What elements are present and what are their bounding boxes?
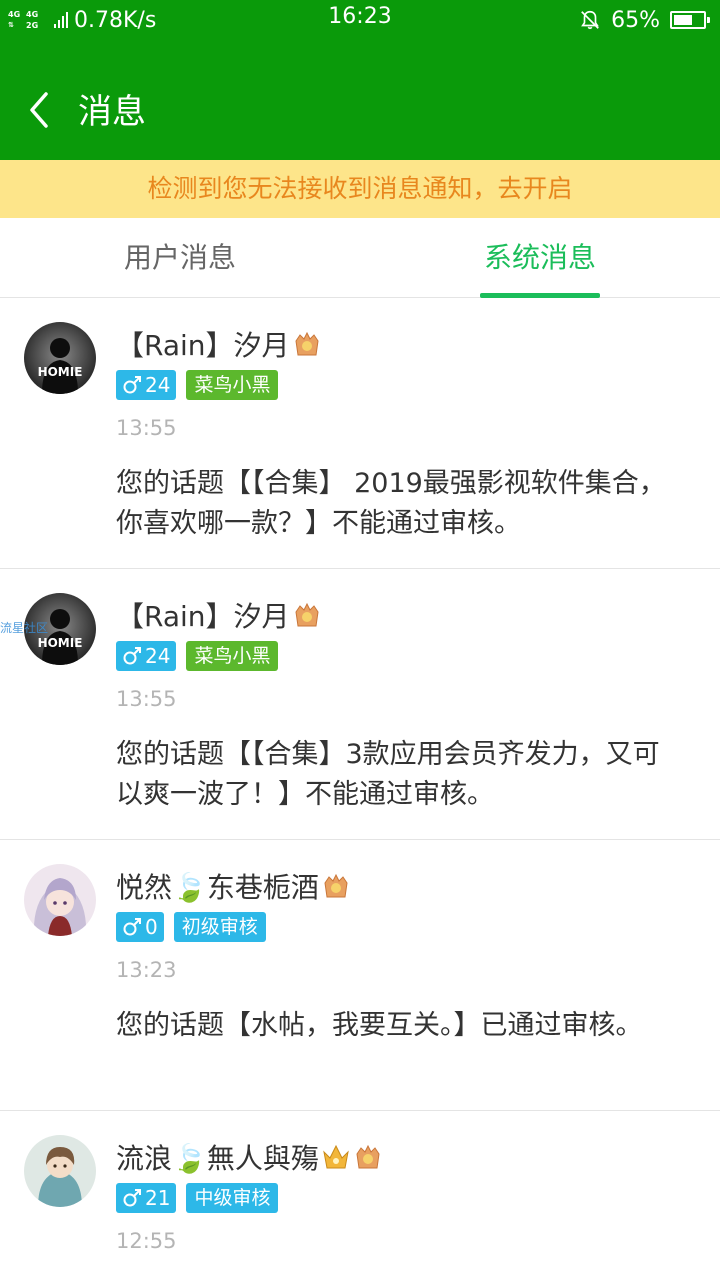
homie-avatar-icon: HOMIE (24, 322, 96, 394)
male-icon (123, 647, 141, 665)
message-time: 12:55 (116, 1229, 177, 1253)
list-item[interactable]: 悦然🍃东巷栀酒 0 初级审核 13:23 您的话题【水帖，我要互关。】已通过审核… (0, 840, 720, 1111)
gender-age-badge: 21 (116, 1183, 177, 1213)
anime-girl-avatar-icon (24, 864, 96, 936)
back-arrow-icon[interactable] (26, 92, 56, 128)
male-icon (123, 918, 141, 936)
message-time: 13:23 (116, 958, 177, 982)
message-time: 13:55 (116, 416, 177, 440)
list-item[interactable]: 流浪🍃無人與殤 21 中级审核 12:55 (0, 1111, 720, 1280)
username[interactable]: 悦然🍃东巷栀酒 (116, 866, 319, 906)
battery-icon (670, 11, 710, 29)
message-tabs: 用户消息 系统消息 (0, 218, 720, 298)
battery-percent: 65% (611, 7, 660, 33)
gender-age-badge: 24 (116, 641, 177, 671)
level-badge: 初级审核 (173, 912, 266, 942)
message-list: HOMIE 【Rain】汐月 24 菜鸟小黑 13:55 您的话题【【合集】 2… (0, 298, 720, 1280)
medal-icon (295, 602, 319, 627)
message-content: 您的话题【【合集】 2019最强影视软件集合，你喜欢哪一款？】不能通过审核。 (116, 468, 666, 539)
tab-user-messages[interactable]: 用户消息 (0, 218, 360, 298)
medal-icon (295, 331, 319, 356)
page-title: 消息 (78, 92, 146, 132)
tab-system-messages[interactable]: 系统消息 (360, 218, 720, 298)
svg-text:HOMIE: HOMIE (38, 636, 83, 650)
list-item[interactable]: HOMIE 流星社区 【Rain】汐月 24 菜鸟小黑 13:55 您的话题【【… (0, 569, 720, 840)
medal-icon (324, 873, 348, 898)
crown-medal-icon (323, 1144, 349, 1169)
message-content: 您的话题【水帖，我要互关。】已通过审核。 (116, 1010, 643, 1041)
male-icon (123, 1189, 141, 1207)
avatar[interactable] (24, 864, 96, 936)
avatar[interactable]: HOMIE (24, 322, 96, 394)
username[interactable]: 流浪🍃無人與殤 (116, 1137, 319, 1177)
level-badge: 中级审核 (186, 1183, 279, 1213)
notification-permission-banner[interactable]: 检测到您无法接收到消息通知，去开启 (0, 160, 720, 218)
avatar-watermark: 流星社区 (0, 621, 49, 635)
username[interactable]: 【Rain】汐月 (116, 324, 290, 364)
anime-boy-avatar-icon (24, 1135, 96, 1207)
message-content: 您的话题【【合集】3款应用会员齐发力，又可以爽一波了！】不能通过审核。 (116, 739, 660, 810)
app-header: 消息 (0, 40, 720, 160)
level-badge: 菜鸟小黑 (186, 641, 279, 671)
medal-icon (356, 1144, 380, 1169)
message-time: 13:55 (116, 687, 177, 711)
status-bar: 4G 4G ⇅ 2G 0.78K/s 16:23 65% (0, 0, 720, 40)
avatar[interactable] (24, 1135, 96, 1207)
list-item[interactable]: HOMIE 【Rain】汐月 24 菜鸟小黑 13:55 您的话题【【合集】 2… (0, 298, 720, 569)
level-badge: 菜鸟小黑 (186, 370, 279, 400)
male-icon (123, 376, 141, 394)
svg-text:HOMIE: HOMIE (38, 365, 83, 379)
username[interactable]: 【Rain】汐月 (116, 595, 290, 635)
gender-age-badge: 24 (116, 370, 177, 400)
gender-age-badge: 0 (116, 912, 164, 942)
bell-muted-icon (581, 10, 599, 30)
